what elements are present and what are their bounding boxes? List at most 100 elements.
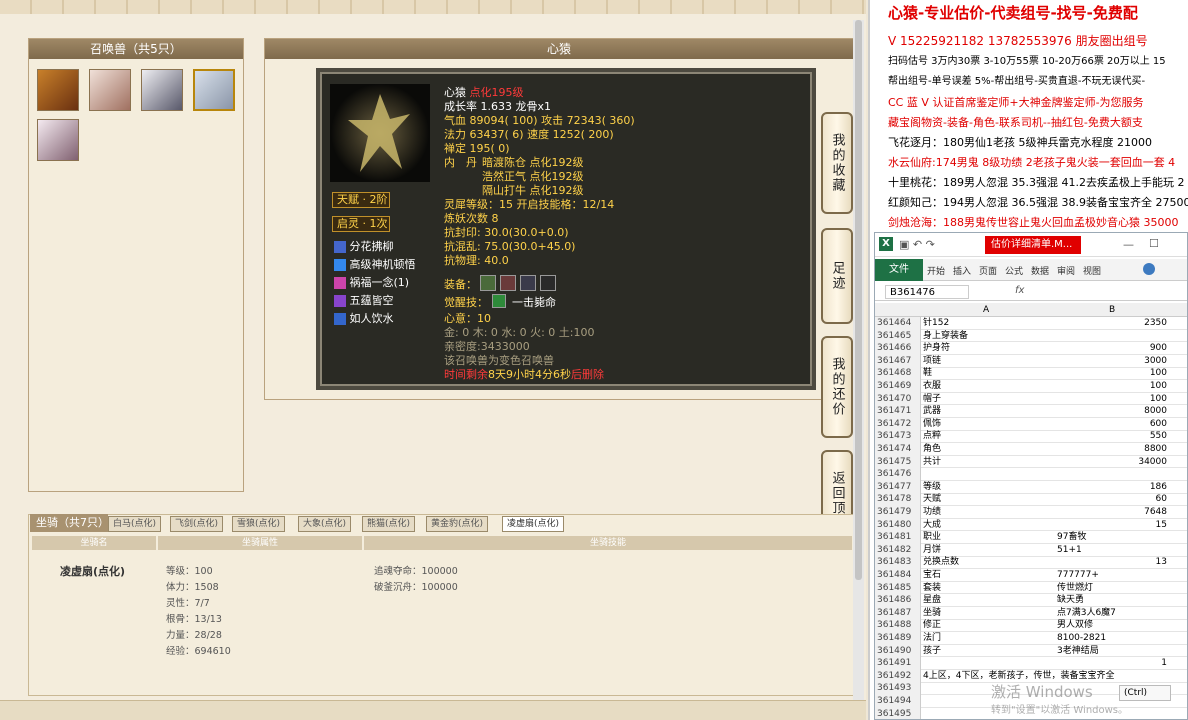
cell-b[interactable]: 15 xyxy=(1057,519,1167,532)
cell-b[interactable]: 900 xyxy=(1057,342,1167,355)
scrollbar-thumb[interactable] xyxy=(855,20,862,580)
cell-b[interactable]: 缺天勇 xyxy=(1057,594,1167,607)
ribbon-tab-data[interactable]: 数据 xyxy=(1031,264,1049,277)
pet-avatar-4-selected[interactable] xyxy=(193,69,235,111)
sheet-row[interactable]: 361482 月饼 51+1 xyxy=(875,543,1187,557)
equip-slot-icon[interactable] xyxy=(500,275,516,291)
cell-a[interactable]: 帽子 xyxy=(923,393,1055,406)
sheet-row[interactable]: 361491 1 xyxy=(875,657,1187,670)
ribbon-tab-file[interactable]: 文件 xyxy=(875,259,923,281)
cell-b[interactable]: 600 xyxy=(1057,418,1167,431)
my-favorites-button[interactable]: 我的收藏 xyxy=(821,112,853,214)
cell-b[interactable]: 186 xyxy=(1057,481,1167,494)
sheet-grid[interactable]: 361464 针152 2350 361465 身上穿装备 361466 护身符 900 361… xyxy=(875,317,1187,719)
mount-tab-7-active[interactable]: 凌虚扇(点化) xyxy=(502,516,565,532)
cell-b[interactable]: 100 xyxy=(1057,393,1167,406)
row-number[interactable]: 361470 xyxy=(875,392,921,406)
cell-a[interactable]: 等级 xyxy=(923,481,1055,494)
mount-tab-5[interactable]: 熊猫(点化) xyxy=(362,516,416,532)
equip-slot-icon[interactable] xyxy=(520,275,536,291)
row-number[interactable]: 361492 xyxy=(875,669,921,683)
row-number[interactable]: 361480 xyxy=(875,518,921,532)
cell-a[interactable]: 衣服 xyxy=(923,380,1055,393)
sheet-row[interactable]: 361467 项链 3000 xyxy=(875,354,1187,368)
ribbon-tab-view[interactable]: 视图 xyxy=(1083,264,1101,277)
row-number[interactable]: 361472 xyxy=(875,417,921,431)
row-number[interactable]: 361493 xyxy=(875,682,921,696)
minimize-icon[interactable]: — xyxy=(1123,238,1134,251)
row-number[interactable]: 361484 xyxy=(875,569,921,582)
sheet-row[interactable]: 361483 兑换点数 13 xyxy=(875,556,1187,570)
cell-b[interactable]: 100 xyxy=(1057,367,1167,380)
sheet-row[interactable]: 361489 法门 8100-2821 xyxy=(875,632,1187,645)
help-icon[interactable] xyxy=(1143,263,1155,275)
cell-a[interactable]: 天赋 xyxy=(923,493,1055,506)
row-number[interactable]: 361483 xyxy=(875,556,921,570)
cell-a[interactable]: 护身符 xyxy=(923,342,1055,355)
row-number[interactable]: 361467 xyxy=(875,354,921,368)
mount-tab-2[interactable]: 飞剑(点化) xyxy=(170,516,224,532)
cell-a[interactable]: 职业 xyxy=(923,531,1055,544)
cell-b[interactable]: 1 xyxy=(1057,657,1167,670)
sheet-row[interactable]: 361475 共计 34000 xyxy=(875,455,1187,469)
pet-avatar-2[interactable] xyxy=(89,69,131,111)
quick-access-icon[interactable]: ▣ ↶ ↷ xyxy=(899,238,935,251)
row-number[interactable]: 361464 xyxy=(875,317,921,330)
cell-b[interactable]: 传世燃灯 xyxy=(1057,582,1167,595)
cell-b[interactable]: 100 xyxy=(1057,380,1167,393)
row-number[interactable]: 361475 xyxy=(875,455,921,469)
pet-avatar-3[interactable] xyxy=(141,69,183,111)
sheet-row[interactable]: 361477 等级 186 xyxy=(875,480,1187,494)
ribbon-tab-insert[interactable]: 插入 xyxy=(953,264,971,277)
sheet-row[interactable]: 361490 孩子 3老神结局 xyxy=(875,644,1187,658)
row-number[interactable]: 361468 xyxy=(875,367,921,381)
sheet-row[interactable]: 361473 点粹 550 xyxy=(875,430,1187,444)
row-number[interactable]: 361469 xyxy=(875,380,921,393)
cell-a[interactable]: 项链 xyxy=(923,355,1055,368)
sheet-row[interactable]: 361470 帽子 100 xyxy=(875,392,1187,406)
row-number[interactable]: 361478 xyxy=(875,493,921,507)
cell-b[interactable]: 8100-2821 xyxy=(1057,632,1167,645)
sheet-row[interactable]: 361472 佩饰 600 xyxy=(875,417,1187,431)
my-counteroffer-button[interactable]: 我的还价 xyxy=(821,336,853,438)
sheet-row[interactable]: 361466 护身符 900 xyxy=(875,342,1187,355)
sheet-row[interactable]: 361469 衣服 100 xyxy=(875,380,1187,393)
row-number[interactable]: 361465 xyxy=(875,329,921,343)
cell-b[interactable]: 2350 xyxy=(1057,317,1167,330)
cell-a[interactable]: 月饼 xyxy=(923,544,1055,557)
equip-slot-icon[interactable] xyxy=(480,275,496,291)
sheet-row[interactable]: 361474 角色 8800 xyxy=(875,443,1187,456)
cell-b[interactable]: 7648 xyxy=(1057,506,1167,519)
cell-a[interactable]: 星盘 xyxy=(923,594,1055,607)
cell-b[interactable]: 51+1 xyxy=(1057,544,1167,557)
cell-a[interactable]: 套装 xyxy=(923,582,1055,595)
row-number[interactable]: 361489 xyxy=(875,632,921,645)
cell-a[interactable]: 坐骑 xyxy=(923,607,1055,620)
cell-a[interactable]: 功绩 xyxy=(923,506,1055,519)
row-number[interactable]: 361471 xyxy=(875,405,921,418)
sheet-row[interactable]: 361471 武器 8000 xyxy=(875,405,1187,418)
cell-b[interactable]: 34000 xyxy=(1057,456,1167,469)
row-number[interactable]: 361486 xyxy=(875,594,921,607)
row-number[interactable]: 361482 xyxy=(875,543,921,557)
mount-tab-4[interactable]: 大象(点化) xyxy=(298,516,352,532)
page-scrollbar[interactable] xyxy=(853,20,864,700)
row-number[interactable]: 361495 xyxy=(875,707,921,719)
cell-b[interactable]: 3老神结局 xyxy=(1057,645,1167,658)
sheet-row[interactable]: 361480 大成 15 xyxy=(875,518,1187,532)
sheet-row[interactable]: 361479 功绩 7648 xyxy=(875,506,1187,519)
cell-b[interactable]: 点7满3人6魔7 xyxy=(1057,607,1167,620)
mount-tab-3[interactable]: 雪狼(点化) xyxy=(232,516,286,532)
cell-b[interactable]: 男人双修 xyxy=(1057,619,1167,632)
cell-a[interactable]: 武器 xyxy=(923,405,1055,418)
sheet-row[interactable]: 361485 套装 传世燃灯 xyxy=(875,581,1187,595)
cell-b[interactable]: 8800 xyxy=(1057,443,1167,456)
row-number[interactable]: 361473 xyxy=(875,430,921,444)
cell-a[interactable]: 法门 xyxy=(923,632,1055,645)
paste-options-button[interactable]: (Ctrl) xyxy=(1119,685,1171,701)
cell-b[interactable]: 13 xyxy=(1057,556,1167,569)
row-number[interactable]: 361490 xyxy=(875,644,921,658)
cell-b[interactable]: 60 xyxy=(1057,493,1167,506)
sheet-row[interactable]: 361465 身上穿装备 xyxy=(875,329,1187,343)
cell-a[interactable]: 兑换点数 xyxy=(923,556,1055,569)
